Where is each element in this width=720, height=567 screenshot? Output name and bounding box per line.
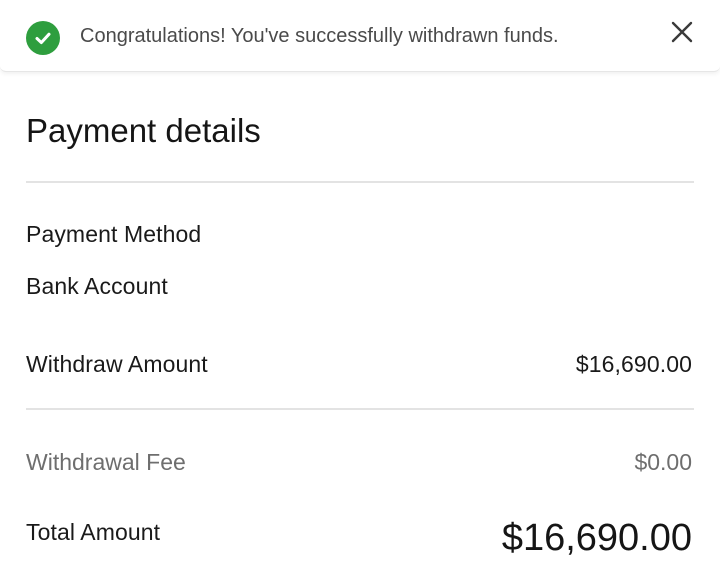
payment-method-label: Payment Method [26,221,202,247]
total-amount-value: $16,690.00 [501,517,692,559]
check-circle-icon [26,21,60,55]
withdraw-amount-value: $16,690.00 [575,351,692,377]
withdrawal-fee-label: Withdrawal Fee [26,449,186,475]
close-icon[interactable] [666,16,698,48]
page-title: Payment details [26,112,261,149]
title-divider [26,181,694,183]
withdrawal-fee-value: $0.00 [634,449,692,475]
success-toast: Congratulations! You've successfully wit… [0,0,720,72]
amount-divider [26,408,694,410]
withdraw-amount-label: Withdraw Amount [26,351,208,377]
total-amount-label: Total Amount [26,519,161,545]
toast-message: Congratulations! You've successfully wit… [80,25,559,47]
payment-details-screen: Congratulations! You've successfully wit… [0,0,720,567]
payment-method-value: Bank Account [26,273,168,299]
